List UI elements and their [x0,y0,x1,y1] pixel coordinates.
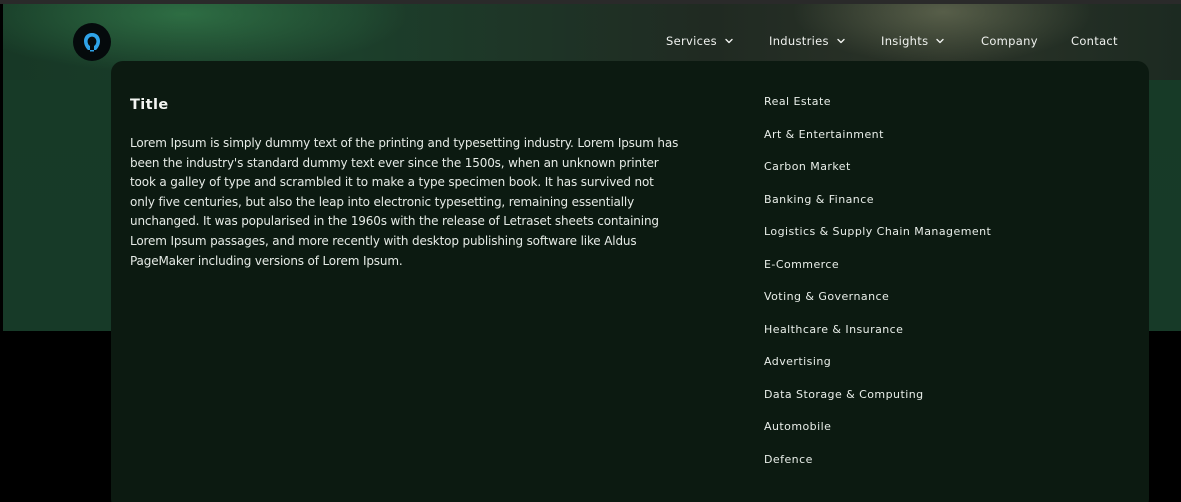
industry-link[interactable]: Data Storage & Computing [764,388,991,421]
industry-link[interactable]: Logistics & Supply Chain Management [764,225,991,258]
nav-insights[interactable]: Insights [881,34,945,48]
chevron-down-icon [936,38,945,44]
nav-insights-label: Insights [881,34,929,48]
nav-services-label: Services [666,34,717,48]
brand-logo-icon [84,33,100,52]
page: Services Industries Insights Company Con… [0,0,1181,502]
industry-link[interactable]: Art & Entertainment [764,128,991,161]
nav-industries-label: Industries [769,34,829,48]
industries-list: Real Estate Art & Entertainment Carbon M… [764,95,991,485]
industry-link[interactable]: Real Estate [764,95,991,128]
industry-link[interactable]: Advertising [764,355,991,388]
chevron-down-icon [725,38,733,44]
industry-link[interactable]: E-Commerce [764,258,991,291]
nav-company-label: Company [981,34,1038,48]
menu-description: Lorem Ipsum is simply dummy text of the … [130,136,679,268]
nav-contact-label: Contact [1071,34,1118,48]
nav-industries[interactable]: Industries [769,34,846,48]
menu-title: Title [130,97,169,113]
chevron-down-icon [837,38,845,44]
industry-link[interactable]: Banking & Finance [764,193,991,226]
nav-contact[interactable]: Contact [1071,34,1118,48]
industry-link[interactable]: Automobile [764,420,991,453]
nav-company[interactable]: Company [981,34,1038,48]
industries-mega-menu: Title Lorem Ipsum is simply dummy text o… [111,61,1149,502]
industry-link[interactable]: Healthcare & Insurance [764,323,991,356]
industry-link[interactable]: Carbon Market [764,160,991,193]
industry-link[interactable]: Defence [764,453,991,486]
industry-link[interactable]: Voting & Governance [764,290,991,323]
brand-logo[interactable] [73,23,111,61]
nav-services[interactable]: Services [666,34,734,48]
